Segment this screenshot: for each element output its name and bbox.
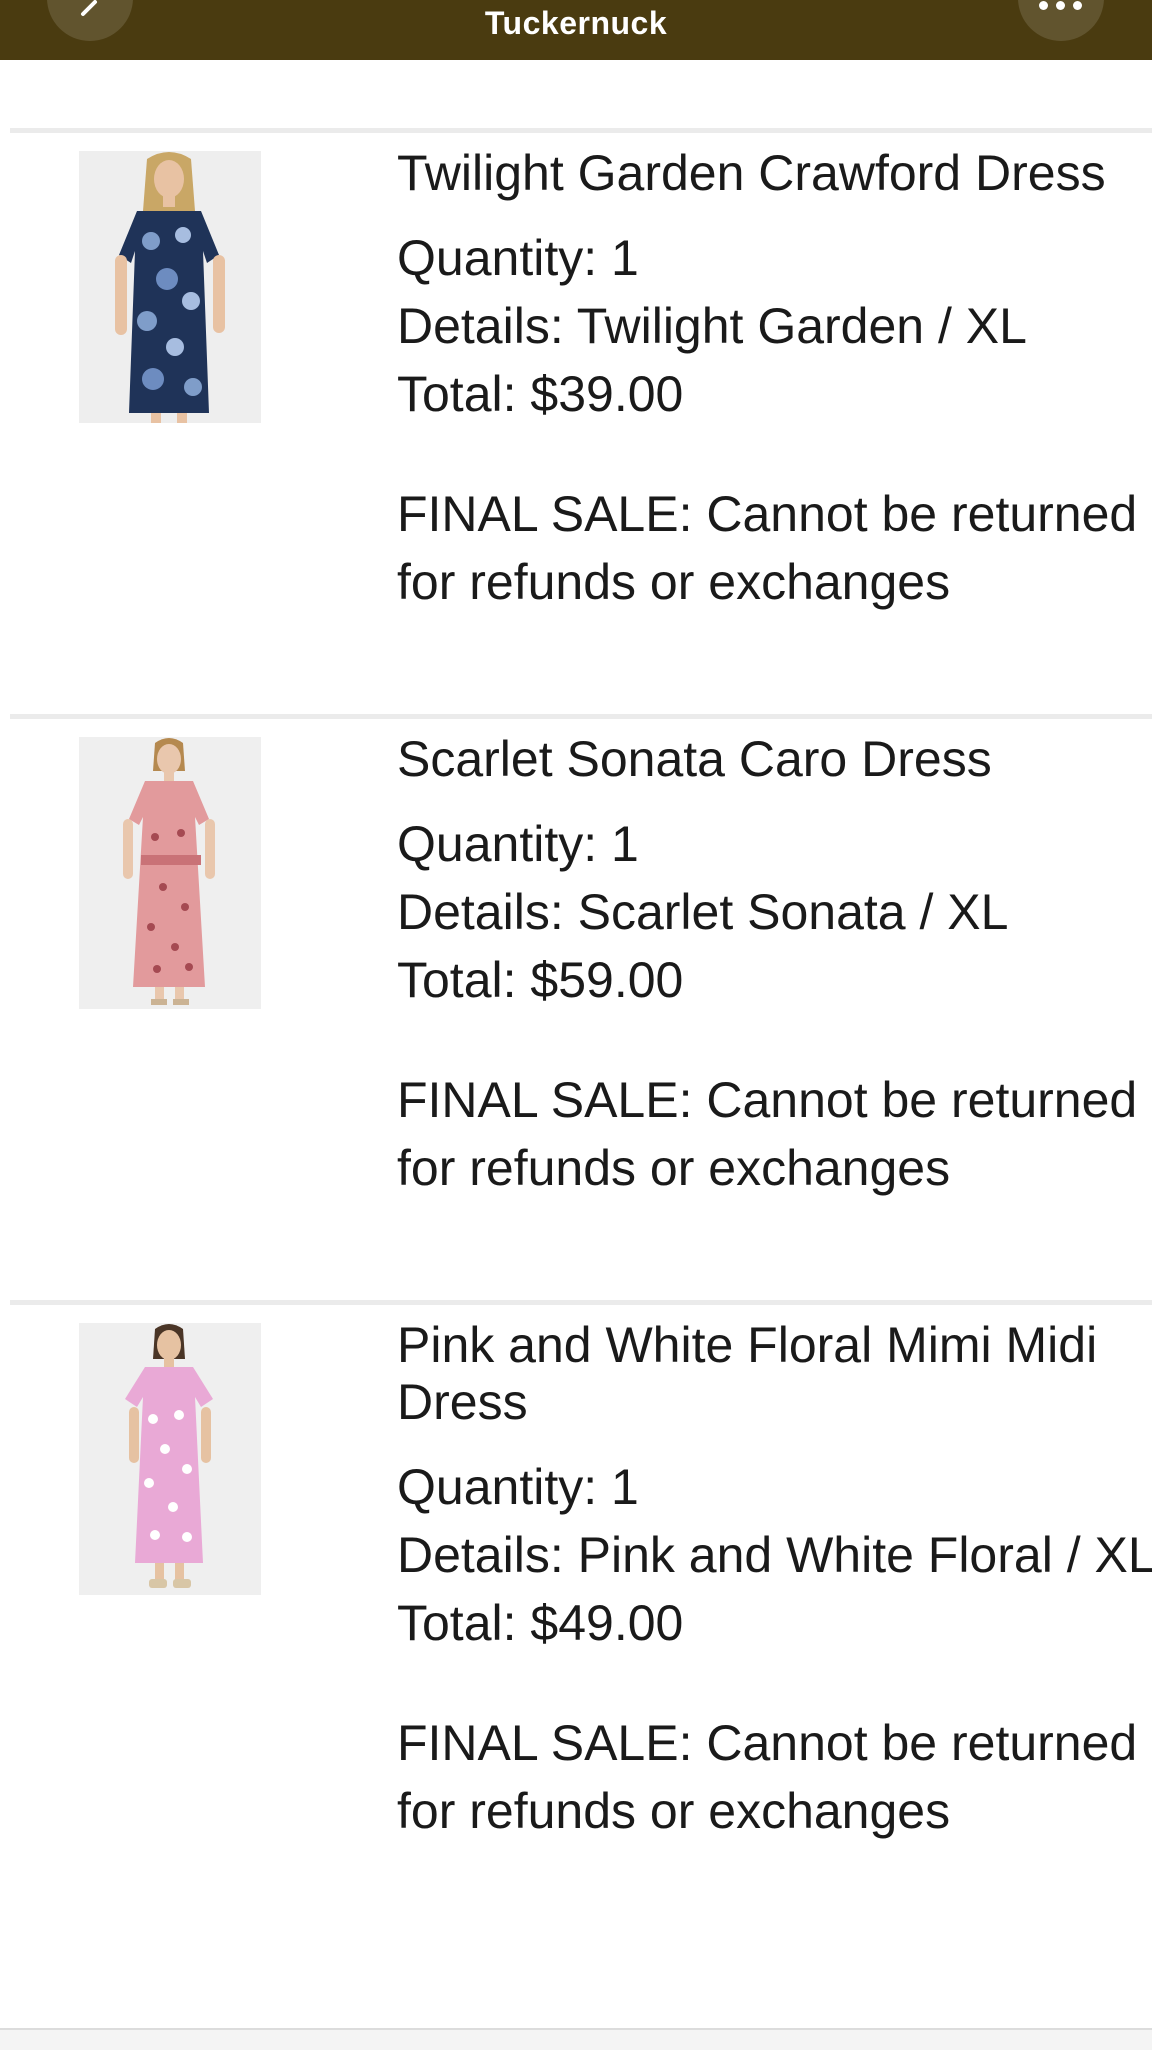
final-sale-notice: FINAL SALE: Cannot be returned xyxy=(397,1072,1138,1128)
item-divider xyxy=(10,1300,1152,1305)
product-image[interactable] xyxy=(79,1323,261,1595)
item-name-line2[interactable]: Dress xyxy=(397,1374,1152,1431)
item-quantity: Quantity: 1 xyxy=(397,816,639,872)
bottom-bar xyxy=(0,2028,1152,2050)
item-details: Details: Pink and White Floral / XL xyxy=(397,1527,1152,1583)
item-divider xyxy=(10,714,1152,719)
item-divider xyxy=(10,128,1152,133)
item-details: Details: Twilight Garden / XL xyxy=(397,298,1027,354)
item-details: Details: Scarlet Sonata / XL xyxy=(397,884,1009,940)
item-total: Total: $49.00 xyxy=(397,1595,684,1651)
app-header: Tuckernuck xyxy=(0,0,1152,60)
final-sale-notice-line2: for refunds or exchanges xyxy=(397,1140,951,1196)
item-quantity: Quantity: 1 xyxy=(397,1459,639,1515)
product-image[interactable] xyxy=(79,151,261,423)
final-sale-notice: FINAL SALE: Cannot be returned xyxy=(397,486,1138,542)
page-title: Tuckernuck xyxy=(484,5,668,41)
item-name[interactable]: Twilight Garden Crawford Dress xyxy=(397,145,1152,202)
product-image[interactable] xyxy=(79,737,261,1009)
final-sale-notice: FINAL SALE: Cannot be returned xyxy=(397,1715,1138,1771)
item-info: Twilight Garden Crawford Dress Quantity:… xyxy=(397,145,1152,616)
item-info: Pink and White Floral Mimi Midi Dress Qu… xyxy=(397,1317,1152,1845)
final-sale-notice-line2: for refunds or exchanges xyxy=(397,1783,951,1839)
final-sale-notice-line2: for refunds or exchanges xyxy=(397,554,951,610)
item-name[interactable]: Scarlet Sonata Caro Dress xyxy=(397,731,1152,788)
item-info: Scarlet Sonata Caro Dress Quantity: 1 De… xyxy=(397,731,1152,1202)
item-quantity: Quantity: 1 xyxy=(397,230,639,286)
item-total: Total: $59.00 xyxy=(397,952,684,1008)
item-name[interactable]: Pink and White Floral Mimi Midi xyxy=(397,1317,1152,1374)
item-total: Total: $39.00 xyxy=(397,366,684,422)
